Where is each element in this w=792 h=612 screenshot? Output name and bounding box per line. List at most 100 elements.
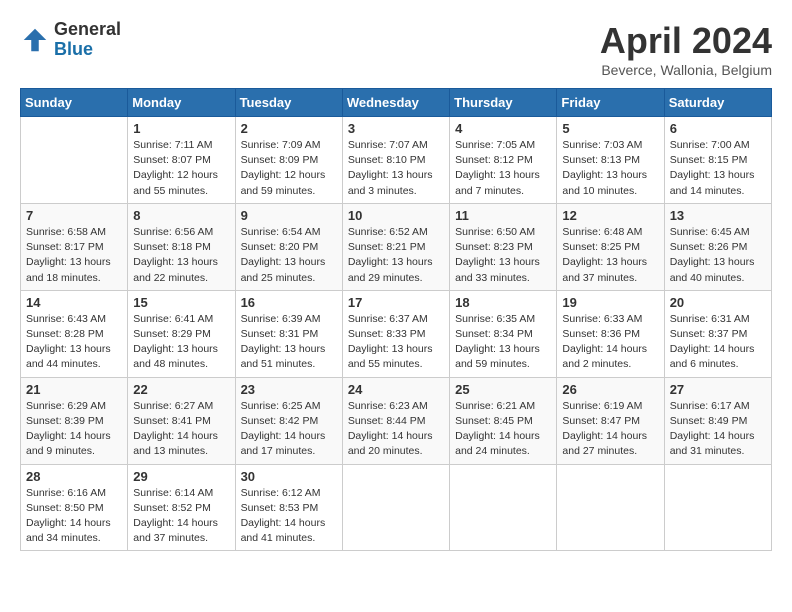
day-detail: Sunrise: 6:31 AM Sunset: 8:37 PM Dayligh… (670, 312, 766, 373)
day-number: 9 (241, 208, 337, 223)
day-number: 18 (455, 295, 551, 310)
day-detail: Sunrise: 6:48 AM Sunset: 8:25 PM Dayligh… (562, 225, 658, 286)
day-detail: Sunrise: 6:23 AM Sunset: 8:44 PM Dayligh… (348, 399, 444, 460)
calendar-cell: 25 Sunrise: 6:21 AM Sunset: 8:45 PM Dayli… (450, 377, 557, 464)
day-number: 11 (455, 208, 551, 223)
day-number: 19 (562, 295, 658, 310)
calendar-cell: 10 Sunrise: 6:52 AM Sunset: 8:21 PM Dayli… (342, 203, 449, 290)
day-detail: Sunrise: 7:11 AM Sunset: 8:07 PM Dayligh… (133, 138, 229, 199)
day-detail: Sunrise: 6:39 AM Sunset: 8:31 PM Dayligh… (241, 312, 337, 373)
logo-blue: Blue (54, 40, 121, 60)
calendar-cell (557, 464, 664, 551)
day-number: 12 (562, 208, 658, 223)
day-detail: Sunrise: 7:07 AM Sunset: 8:10 PM Dayligh… (348, 138, 444, 199)
day-detail: Sunrise: 6:21 AM Sunset: 8:45 PM Dayligh… (455, 399, 551, 460)
day-number: 3 (348, 121, 444, 136)
day-detail: Sunrise: 6:50 AM Sunset: 8:23 PM Dayligh… (455, 225, 551, 286)
day-number: 13 (670, 208, 766, 223)
page-header: General Blue April 2024 Beverce, Walloni… (20, 20, 772, 78)
calendar-cell: 23 Sunrise: 6:25 AM Sunset: 8:42 PM Dayli… (235, 377, 342, 464)
day-detail: Sunrise: 6:12 AM Sunset: 8:53 PM Dayligh… (241, 486, 337, 547)
day-number: 5 (562, 121, 658, 136)
day-detail: Sunrise: 7:05 AM Sunset: 8:12 PM Dayligh… (455, 138, 551, 199)
calendar-cell: 27 Sunrise: 6:17 AM Sunset: 8:49 PM Dayli… (664, 377, 771, 464)
calendar-cell: 29Sunrise: 6:14 AM Sunset: 8:52 PM Dayli… (128, 464, 235, 551)
day-of-week-saturday: Saturday (664, 89, 771, 117)
location-subtitle: Beverce, Wallonia, Belgium (600, 62, 772, 78)
day-detail: Sunrise: 6:52 AM Sunset: 8:21 PM Dayligh… (348, 225, 444, 286)
calendar-cell: 22 Sunrise: 6:27 AM Sunset: 8:41 PM Dayli… (128, 377, 235, 464)
day-number: 1 (133, 121, 229, 136)
day-of-week-wednesday: Wednesday (342, 89, 449, 117)
day-detail: Sunrise: 6:58 AM Sunset: 8:17 PM Dayligh… (26, 225, 122, 286)
day-number: 22 (133, 382, 229, 397)
day-detail: Sunrise: 6:16 AM Sunset: 8:50 PM Dayligh… (26, 486, 122, 547)
day-detail: Sunrise: 6:45 AM Sunset: 8:26 PM Dayligh… (670, 225, 766, 286)
logo-general: General (54, 20, 121, 40)
days-of-week-row: SundayMondayTuesdayWednesdayThursdayFrid… (21, 89, 772, 117)
calendar-header: SundayMondayTuesdayWednesdayThursdayFrid… (21, 89, 772, 117)
day-number: 7 (26, 208, 122, 223)
calendar-cell: 15Sunrise: 6:41 AM Sunset: 8:29 PM Dayli… (128, 290, 235, 377)
calendar-cell: 24 Sunrise: 6:23 AM Sunset: 8:44 PM Dayli… (342, 377, 449, 464)
day-number: 17 (348, 295, 444, 310)
day-number: 6 (670, 121, 766, 136)
calendar-cell: 16 Sunrise: 6:39 AM Sunset: 8:31 PM Dayli… (235, 290, 342, 377)
calendar-cell (450, 464, 557, 551)
calendar-cell: 11 Sunrise: 6:50 AM Sunset: 8:23 PM Dayli… (450, 203, 557, 290)
logo-icon (20, 25, 50, 55)
day-number: 10 (348, 208, 444, 223)
day-number: 16 (241, 295, 337, 310)
day-number: 29 (133, 469, 229, 484)
calendar-cell: 5 Sunrise: 7:03 AM Sunset: 8:13 PM Daylig… (557, 117, 664, 204)
day-detail: Sunrise: 7:00 AM Sunset: 8:15 PM Dayligh… (670, 138, 766, 199)
day-number: 24 (348, 382, 444, 397)
calendar-cell: 18Sunrise: 6:35 AM Sunset: 8:34 PM Dayli… (450, 290, 557, 377)
day-number: 20 (670, 295, 766, 310)
day-detail: Sunrise: 6:33 AM Sunset: 8:36 PM Dayligh… (562, 312, 658, 373)
day-detail: Sunrise: 6:27 AM Sunset: 8:41 PM Dayligh… (133, 399, 229, 460)
day-of-week-sunday: Sunday (21, 89, 128, 117)
day-number: 30 (241, 469, 337, 484)
calendar-week-4: 21Sunrise: 6:29 AM Sunset: 8:39 PM Dayli… (21, 377, 772, 464)
logo-text: General Blue (54, 20, 121, 60)
day-of-week-monday: Monday (128, 89, 235, 117)
day-number: 27 (670, 382, 766, 397)
calendar-cell: 26Sunrise: 6:19 AM Sunset: 8:47 PM Dayli… (557, 377, 664, 464)
day-number: 25 (455, 382, 551, 397)
logo: General Blue (20, 20, 121, 60)
calendar-cell: 20 Sunrise: 6:31 AM Sunset: 8:37 PM Dayli… (664, 290, 771, 377)
day-number: 2 (241, 121, 337, 136)
day-detail: Sunrise: 6:54 AM Sunset: 8:20 PM Dayligh… (241, 225, 337, 286)
calendar-cell: 30 Sunrise: 6:12 AM Sunset: 8:53 PM Dayli… (235, 464, 342, 551)
day-number: 8 (133, 208, 229, 223)
day-detail: Sunrise: 6:25 AM Sunset: 8:42 PM Dayligh… (241, 399, 337, 460)
day-detail: Sunrise: 6:37 AM Sunset: 8:33 PM Dayligh… (348, 312, 444, 373)
calendar-cell (21, 117, 128, 204)
calendar-cell: 4 Sunrise: 7:05 AM Sunset: 8:12 PM Daylig… (450, 117, 557, 204)
calendar-cell: 17 Sunrise: 6:37 AM Sunset: 8:33 PM Dayli… (342, 290, 449, 377)
day-detail: Sunrise: 6:19 AM Sunset: 8:47 PM Dayligh… (562, 399, 658, 460)
day-detail: Sunrise: 6:17 AM Sunset: 8:49 PM Dayligh… (670, 399, 766, 460)
day-detail: Sunrise: 6:56 AM Sunset: 8:18 PM Dayligh… (133, 225, 229, 286)
day-detail: Sunrise: 6:29 AM Sunset: 8:39 PM Dayligh… (26, 399, 122, 460)
calendar-cell: 7 Sunrise: 6:58 AM Sunset: 8:17 PM Daylig… (21, 203, 128, 290)
day-detail: Sunrise: 7:03 AM Sunset: 8:13 PM Dayligh… (562, 138, 658, 199)
calendar-table: SundayMondayTuesdayWednesdayThursdayFrid… (20, 88, 772, 551)
calendar-cell: 13 Sunrise: 6:45 AM Sunset: 8:26 PM Dayli… (664, 203, 771, 290)
calendar-cell: 28Sunrise: 6:16 AM Sunset: 8:50 PM Dayli… (21, 464, 128, 551)
day-of-week-friday: Friday (557, 89, 664, 117)
calendar-cell: 8 Sunrise: 6:56 AM Sunset: 8:18 PM Daylig… (128, 203, 235, 290)
calendar-cell: 3 Sunrise: 7:07 AM Sunset: 8:10 PM Daylig… (342, 117, 449, 204)
calendar-week-5: 28Sunrise: 6:16 AM Sunset: 8:50 PM Dayli… (21, 464, 772, 551)
day-number: 14 (26, 295, 122, 310)
calendar-cell: 1 Sunrise: 7:11 AM Sunset: 8:07 PM Daylig… (128, 117, 235, 204)
day-number: 23 (241, 382, 337, 397)
calendar-week-1: 1 Sunrise: 7:11 AM Sunset: 8:07 PM Daylig… (21, 117, 772, 204)
day-detail: Sunrise: 6:41 AM Sunset: 8:29 PM Dayligh… (133, 312, 229, 373)
calendar-week-2: 7 Sunrise: 6:58 AM Sunset: 8:17 PM Daylig… (21, 203, 772, 290)
day-number: 4 (455, 121, 551, 136)
day-detail: Sunrise: 6:43 AM Sunset: 8:28 PM Dayligh… (26, 312, 122, 373)
day-of-week-thursday: Thursday (450, 89, 557, 117)
calendar-cell: 9 Sunrise: 6:54 AM Sunset: 8:20 PM Daylig… (235, 203, 342, 290)
